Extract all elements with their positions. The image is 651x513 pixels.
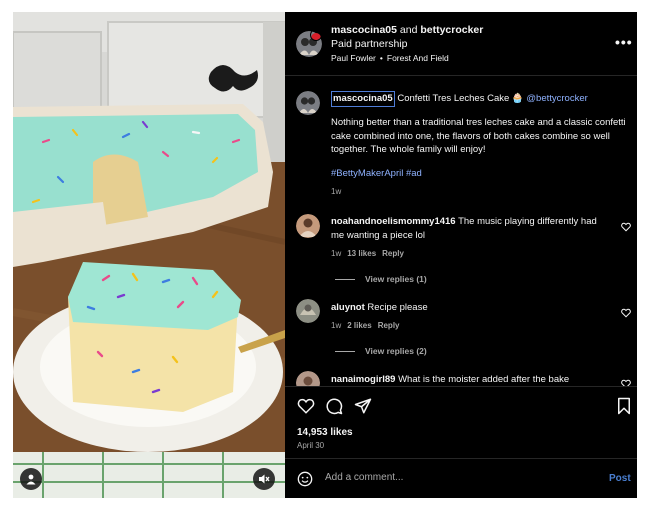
comments-list[interactable]: mascocina05 Confetti Tres Leches Cake 🧁 … [285, 77, 637, 386]
bookmark-icon[interactable] [616, 397, 632, 415]
mention-link[interactable]: @bettycrocker [526, 93, 587, 104]
comment-avatar[interactable] [296, 214, 320, 238]
comment-username[interactable]: aluynot [331, 302, 365, 313]
comment-text: What is the moister added after the bake [398, 374, 570, 385]
comment-avatar[interactable] [296, 299, 320, 323]
caption-title-text: Confetti Tres Leches Cake 🧁 [394, 93, 527, 104]
audio-separator: • [379, 53, 383, 63]
audio-track: Forest And Field [386, 53, 449, 63]
comment-meta: 1w 13 likes Reply [331, 249, 404, 258]
comment-meta: 1w 2 likes Reply [331, 321, 400, 330]
partner-avatar[interactable] [310, 29, 322, 41]
view-replies-button[interactable]: View replies (2) [335, 346, 427, 356]
comment-composer: Post [285, 458, 637, 498]
add-comment-input[interactable] [325, 472, 585, 483]
comment-like-heart-icon[interactable] [621, 222, 631, 232]
caption-hashtags[interactable]: #BettyMakerApril #ad [331, 167, 621, 181]
comment-age: 1w [331, 249, 342, 258]
caption-title: mascocina05 Confetti Tres Leches Cake 🧁 … [331, 91, 627, 107]
comment-icon[interactable] [325, 397, 343, 415]
view-replies-button[interactable]: View replies (1) [335, 274, 427, 284]
smiley-icon[interactable] [297, 471, 313, 487]
paper-plane-icon[interactable] [354, 397, 372, 415]
comment-username[interactable]: nanaimogirl89 [331, 374, 395, 385]
comment-age: 1w [331, 321, 342, 330]
caption-body: Nothing better than a traditional tres l… [331, 117, 626, 155]
caption-age: 1w [331, 187, 342, 196]
and-text: and [396, 24, 421, 36]
account-secondary-link[interactable]: bettycrocker [420, 24, 483, 36]
likes-count[interactable]: 14,953 likes [297, 427, 353, 438]
comment-avatar[interactable] [296, 371, 320, 386]
user-icon[interactable] [20, 468, 42, 490]
comment-text: Recipe please [367, 302, 428, 313]
post-details-panel: mascocina05 and bettycrocker Paid partne… [285, 12, 637, 498]
speaker-muted-icon[interactable] [253, 468, 275, 490]
caption-avatar[interactable] [296, 91, 320, 115]
comment-item: noahandnoelismommy1416 The music playing… [331, 215, 611, 242]
post-media[interactable] [13, 12, 285, 498]
comment-item: aluynot Recipe please [331, 301, 611, 315]
paid-partnership-label[interactable]: Paid partnership [331, 38, 407, 50]
cake-photo [13, 12, 285, 498]
reply-button[interactable]: Reply [378, 321, 400, 330]
action-bar: 14,953 likes April 30 [285, 386, 637, 456]
audio-info[interactable]: Paul Fowler • Forest And Field [331, 53, 449, 63]
comment-likes[interactable]: 13 likes [347, 249, 376, 258]
comment-item: nanaimogirl89 What is the moister added … [331, 373, 611, 386]
more-options-icon[interactable]: ••• [615, 34, 633, 50]
caption-username[interactable]: mascocina05 [331, 91, 395, 107]
comment-likes[interactable]: 2 likes [347, 321, 371, 330]
reply-button[interactable]: Reply [382, 249, 404, 258]
comment-like-heart-icon[interactable] [621, 379, 631, 386]
post-header: mascocina05 and bettycrocker Paid partne… [285, 12, 637, 76]
post-accounts: mascocina05 and bettycrocker [331, 24, 483, 36]
audio-artist: Paul Fowler [331, 53, 376, 63]
account-primary-link[interactable]: mascocina05 [331, 24, 397, 36]
post-comment-button[interactable]: Post [609, 473, 631, 484]
comment-like-heart-icon[interactable] [621, 308, 631, 318]
post-date: April 30 [297, 441, 325, 450]
heart-icon[interactable] [297, 397, 315, 415]
comment-username[interactable]: noahandnoelismommy1416 [331, 216, 456, 227]
